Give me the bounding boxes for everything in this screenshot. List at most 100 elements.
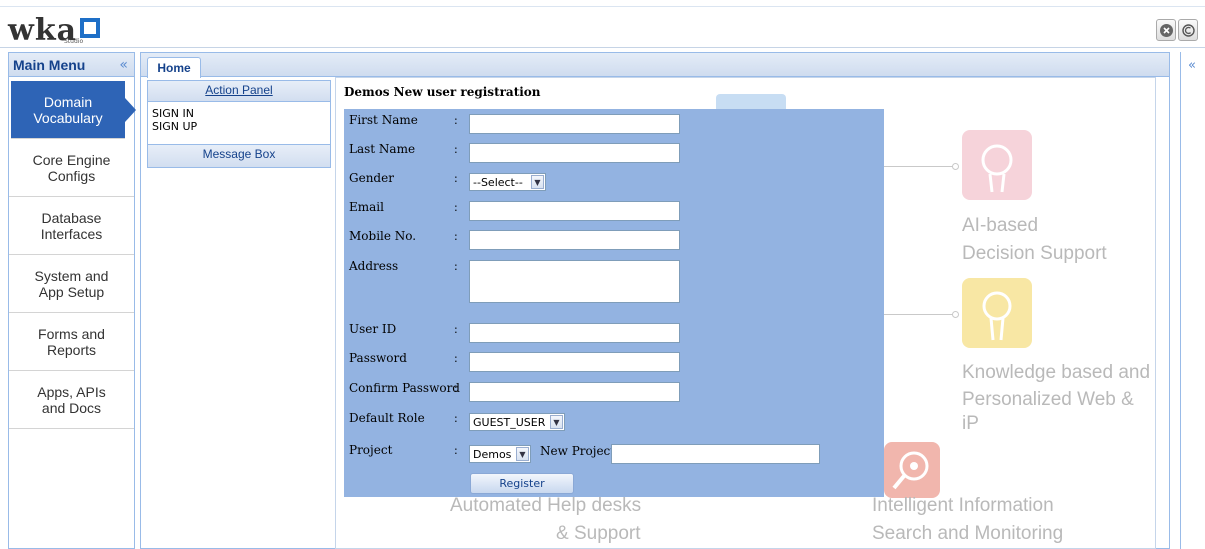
- menu-item-domain-vocabulary[interactable]: Domain Vocabulary: [11, 81, 136, 139]
- chevron-down-icon: ▼: [531, 175, 544, 189]
- tab-strip: Home: [141, 53, 1169, 78]
- mobile-row: Mobile No. :: [344, 227, 884, 250]
- last-name-input[interactable]: [469, 143, 680, 163]
- app-logo: wka: [8, 10, 101, 46]
- menu-item-label: Database: [41, 209, 102, 226]
- search-eye-icon: [884, 442, 940, 498]
- menu-item-label: Vocabulary: [33, 109, 103, 126]
- menu-item-label: System and: [34, 267, 109, 284]
- menu-item-label: Reports: [46, 341, 96, 358]
- main-menu-header: Main Menu «: [9, 53, 134, 77]
- field-colon: :: [454, 444, 458, 457]
- chevron-down-icon: ▼: [516, 447, 529, 461]
- menu-item-apps-apis-docs[interactable]: Apps, APIs and Docs: [9, 371, 134, 429]
- menu-item-system-app-setup[interactable]: System and App Setup: [9, 255, 134, 313]
- field-colon: :: [454, 260, 458, 273]
- first-name-label: First Name: [349, 113, 418, 127]
- logo-subtitle: Studio: [64, 38, 84, 45]
- project-row: Project : Demos ▼ New Project?: [344, 441, 884, 464]
- confirm-password-input[interactable]: [469, 382, 680, 402]
- refresh-button[interactable]: [1178, 19, 1198, 41]
- default-role-row: Default Role : GUEST_USER ▼: [344, 409, 884, 431]
- gender-select[interactable]: --Select-- ▼: [469, 173, 546, 191]
- last-name-label: Last Name: [349, 142, 416, 156]
- field-colon: :: [454, 172, 458, 185]
- header-divider: [0, 6, 1205, 7]
- register-button[interactable]: Register: [470, 473, 574, 494]
- new-project-input[interactable]: [611, 444, 820, 464]
- gender-select-value: --Select--: [473, 175, 523, 189]
- bg-connector-dot: [952, 311, 959, 318]
- registration-form: First Name : Last Name : Gender : --Sele…: [344, 109, 884, 497]
- confirm-password-row: Confirm Password :: [344, 379, 884, 402]
- menu-item-label: Apps, APIs: [37, 383, 106, 400]
- form-title: Demos New user registration: [344, 85, 541, 99]
- bg-decision-line2: Decision Support: [962, 243, 1107, 264]
- menu-item-label: Configs: [47, 167, 96, 184]
- project-select-value: Demos: [473, 447, 512, 461]
- refresh-circle-icon: [1181, 23, 1195, 37]
- message-box-title: Message Box: [147, 144, 331, 168]
- sign-in-link[interactable]: SIGN IN: [152, 107, 326, 120]
- collapse-right-icon[interactable]: «: [1188, 58, 1196, 73]
- menu-item-label: Interfaces: [40, 225, 103, 242]
- user-id-row: User ID :: [344, 320, 884, 343]
- address-textarea[interactable]: [469, 260, 680, 303]
- bg-info-line2: Search and Monitoring: [872, 523, 1064, 544]
- menu-item-database-interfaces[interactable]: Database Interfaces: [9, 197, 134, 255]
- content-area: AI-based Decision Support Knowledge base…: [335, 77, 1156, 549]
- user-id-input[interactable]: [469, 323, 680, 343]
- email-input[interactable]: [469, 201, 680, 221]
- user-id-label: User ID: [349, 322, 397, 336]
- address-row: Address :: [344, 257, 884, 307]
- project-label: Project: [349, 443, 393, 457]
- mobile-label: Mobile No.: [349, 229, 417, 243]
- bg-knowledge-line2: Personalized Web & iP: [962, 389, 1134, 434]
- right-collapsed-panel: «: [1180, 52, 1205, 549]
- first-name-row: First Name :: [344, 111, 884, 134]
- menu-item-forms-reports[interactable]: Forms and Reports: [9, 313, 134, 371]
- action-panel-body: SIGN IN SIGN UP: [147, 102, 331, 144]
- close-circle-icon: [1159, 23, 1173, 37]
- action-panel: Action Panel SIGN IN SIGN UP Message Box: [147, 80, 331, 168]
- field-colon: :: [454, 230, 458, 243]
- field-colon: :: [454, 114, 458, 127]
- field-colon: :: [454, 412, 458, 425]
- chevron-down-icon: ▼: [550, 415, 563, 429]
- brain-knowledge-icon: [962, 278, 1032, 348]
- field-colon: :: [454, 201, 458, 214]
- bg-connector-line: [876, 166, 956, 167]
- project-select[interactable]: Demos ▼: [469, 445, 531, 463]
- menu-item-core-engine-configs[interactable]: Core Engine Configs: [9, 139, 134, 197]
- menu-item-label: App Setup: [38, 283, 105, 300]
- default-role-select-value: GUEST_USER: [473, 415, 546, 429]
- default-role-select[interactable]: GUEST_USER ▼: [469, 413, 565, 431]
- gender-row: Gender : --Select-- ▼: [344, 169, 884, 191]
- close-session-button[interactable]: [1156, 19, 1176, 41]
- logo-box-icon: [80, 18, 101, 38]
- password-input[interactable]: [469, 352, 680, 372]
- address-label: Address: [349, 259, 399, 273]
- bg-help-line2: & Support: [556, 523, 641, 544]
- email-label: Email: [349, 200, 384, 214]
- gender-label: Gender: [349, 171, 394, 185]
- action-panel-title[interactable]: Action Panel: [147, 80, 331, 102]
- field-colon: :: [454, 143, 458, 156]
- field-colon: :: [454, 382, 458, 395]
- last-name-row: Last Name :: [344, 140, 884, 163]
- field-colon: :: [454, 323, 458, 336]
- default-role-label: Default Role: [349, 411, 425, 425]
- bg-connector-line: [876, 314, 956, 315]
- tab-home[interactable]: Home: [147, 57, 201, 78]
- first-name-input[interactable]: [469, 114, 680, 134]
- main-menu-panel: Main Menu « Domain Vocabulary Core Engine…: [8, 52, 136, 549]
- main-tab-panel: Home Action Panel SIGN IN SIGN UP Messag…: [140, 52, 1170, 549]
- bg-knowledge-line1: Knowledge based and: [962, 362, 1151, 383]
- field-colon: :: [454, 352, 458, 365]
- menu-item-label: Forms and: [38, 325, 105, 342]
- collapse-left-icon[interactable]: «: [119, 57, 128, 73]
- email-row: Email :: [344, 198, 884, 221]
- brain-decision-icon: [962, 130, 1032, 200]
- mobile-input[interactable]: [469, 230, 680, 250]
- sign-up-link[interactable]: SIGN UP: [152, 120, 326, 133]
